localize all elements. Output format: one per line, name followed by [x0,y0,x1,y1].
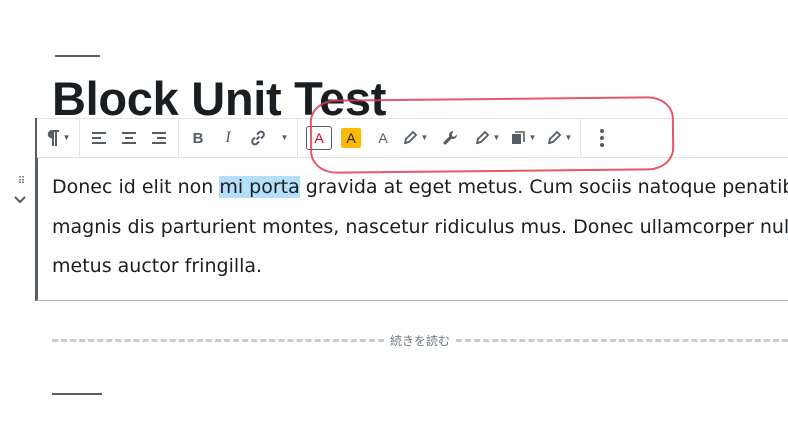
text-color-button[interactable]: A [304,123,334,153]
selected-text: mi porta [219,176,300,198]
chevron-down-icon: ▼ [420,133,429,142]
more-options-button[interactable] [587,123,617,153]
more-divider-right [456,338,788,342]
bold-button[interactable]: B [183,123,213,153]
align-center-icon [121,131,137,145]
block-type-group: ▼ [37,119,80,157]
chevron-down-icon: ▼ [564,133,573,142]
pilcrow-icon [46,129,60,147]
link-icon [249,129,267,147]
paragraph-text[interactable]: Donec id elit non mi porta gravida at eg… [52,168,788,287]
more-label[interactable]: 続きを読む [384,332,456,349]
text-before-selection: Donec id elit non [52,176,220,198]
block-toolbar: ▼ B I ▼ A A A ▼ ▼ ▼ ▼ [37,118,788,158]
drag-handle-icon[interactable]: ⠿ [14,177,28,187]
align-left-button[interactable] [84,123,114,153]
align-right-button[interactable] [144,123,174,153]
italic-icon: I [225,129,231,146]
link-button[interactable] [243,123,273,153]
chevron-down-icon: ▼ [62,133,71,142]
highlight-icon: A [341,128,361,148]
marker-dropdown-3[interactable]: ▼ [544,123,574,153]
font-size-button[interactable]: A [368,123,398,153]
pencil-icon [546,130,562,146]
separator-top [55,55,100,57]
formatting-group: B I ▼ [179,119,298,157]
marker-dropdown-1[interactable]: ▼ [400,123,430,153]
chevron-down-icon: ▼ [528,133,537,142]
extra-formatting-group: A A A ▼ ▼ ▼ ▼ [298,119,581,157]
more-divider-left [52,338,384,342]
text-color-icon: A [306,126,332,150]
marker-dropdown-2[interactable]: ▼ [472,123,502,153]
move-down-button[interactable] [14,196,28,204]
block-type-button[interactable]: ▼ [43,123,73,153]
more-block[interactable]: 続きを読む [52,330,788,350]
more-vertical-icon [599,128,605,148]
text-line1-rest: gravida at eget metus. Cum sociis natoqu… [299,176,788,198]
align-right-icon [151,131,167,145]
wrench-button[interactable] [436,123,466,153]
chevron-down-icon [14,196,28,204]
more-formatting-button[interactable]: ▼ [273,123,293,153]
align-center-button[interactable] [114,123,144,153]
copy-dropdown[interactable]: ▼ [508,123,538,153]
italic-button[interactable]: I [213,123,243,153]
chevron-down-icon: ▼ [280,133,289,142]
separator-bottom [52,393,102,395]
bold-icon: B [192,129,204,147]
block-mover: ⠿ [14,177,28,204]
alignment-group [80,119,179,157]
copy-icon [510,130,526,146]
chevron-down-icon: ▼ [492,133,501,142]
highlight-button[interactable]: A [336,123,366,153]
align-left-icon [91,131,107,145]
pencil-icon [474,130,490,146]
wrench-icon [442,129,460,147]
pencil-icon [402,130,418,146]
text-line2: magnis dis parturient montes, nascetur r… [52,215,788,238]
text-line3: metus auctor fringilla. [52,255,263,277]
font-size-icon: A [378,130,388,146]
